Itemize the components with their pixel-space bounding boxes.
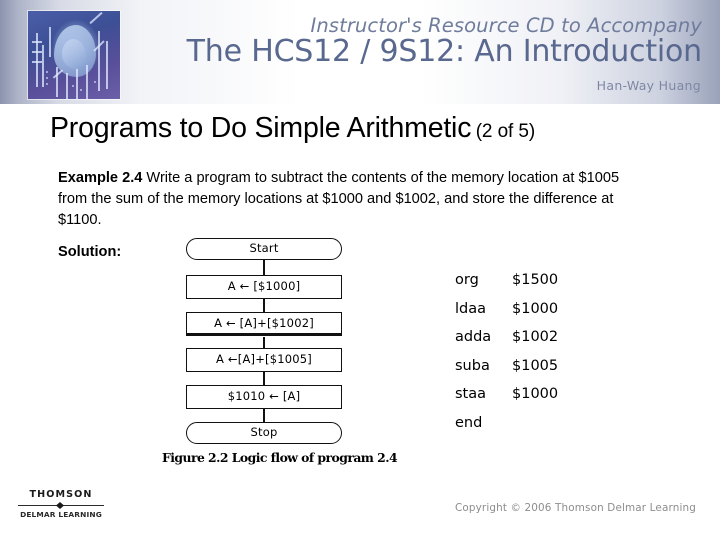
page-title-sub: (2 of 5): [475, 121, 536, 142]
circuit-node-dot: [46, 83, 48, 85]
example-label: Example 2.4: [58, 170, 143, 186]
banner-book-title: The HCS12 / 9S12: An Introduction: [186, 34, 703, 69]
circuit-node-dot: [46, 71, 48, 73]
circuit-trace: [66, 73, 68, 99]
circuit-trace: [32, 41, 42, 43]
page-title-main: Programs to Do Simple Arithmetic: [50, 112, 472, 144]
flowchart-step-2: A ← [A]+[$1002]: [186, 312, 342, 336]
banner-author: Han-Way Huang: [596, 78, 701, 93]
code-mnemonic: org: [455, 272, 479, 288]
circuit-trace: [98, 31, 100, 91]
code-line: ldaa $1000: [455, 301, 558, 330]
assembly-code-listing: org $1500 ldaa $1000 adda $1002 suba $1005 s…: [455, 272, 558, 443]
page-title: Programs to Do Simple Arithmetic (2 of 5…: [50, 112, 700, 145]
circuit-trace: [32, 61, 42, 63]
circuit-board-face-graphic: [28, 11, 120, 99]
code-operand: $1500: [512, 272, 559, 288]
circuit-trace: [32, 51, 42, 53]
flowchart-connector: [263, 372, 265, 385]
figure-caption: Figure 2.2 Logic flow of program 2.4: [162, 450, 398, 465]
code-line: suba $1005: [455, 358, 558, 387]
logo-diamond-rule-icon: [18, 502, 104, 509]
flowchart-step-3: A ←[A]+[$1005]: [186, 348, 342, 372]
circuit-trace: [86, 65, 88, 99]
code-operand: $1000: [512, 386, 559, 402]
code-mnemonic: suba: [455, 357, 490, 374]
circuit-trace: [42, 45, 44, 87]
code-line: org $1500: [455, 272, 558, 301]
circuit-node-dot: [80, 89, 82, 91]
code-line: adda $1002: [455, 329, 558, 358]
flowchart-step-4: $1010 ← [A]: [186, 385, 342, 409]
thomson-delmar-logo: THOMSON DELMAR LEARNING: [18, 489, 104, 519]
code-operand: $1005: [512, 357, 559, 374]
face-inner-shape: [62, 39, 86, 69]
circuit-trace: [76, 69, 78, 99]
logo-bottom-text: DELMAR LEARNING: [20, 510, 102, 519]
example-paragraph: Example 2.4 Write a program to subtract …: [58, 168, 628, 231]
circuit-trace: [52, 69, 64, 79]
code-mnemonic: staa: [455, 386, 487, 402]
code-line: staa $1000: [455, 386, 558, 415]
circuit-node-dot: [94, 81, 96, 83]
flowchart-diagram: Start A ← [$1000] A ← [A]+[$1002] A ←[A]…: [186, 238, 354, 444]
flowchart-connector: [263, 260, 265, 275]
flowchart-stop-node: Stop: [186, 422, 342, 444]
code-mnemonic: end: [455, 414, 483, 431]
code-operand: $1000: [512, 300, 559, 317]
code-operand: $1002: [512, 329, 559, 345]
solution-label: Solution:: [58, 244, 122, 260]
circuit-trace: [106, 41, 108, 89]
circuit-trace: [89, 11, 103, 25]
circuit-node-dot: [46, 77, 48, 79]
flowchart-start-node: Start: [186, 238, 342, 260]
flowchart-step-1: A ← [$1000]: [186, 275, 342, 299]
logo-top-text: THOMSON: [29, 489, 93, 500]
circuit-node-dot: [72, 85, 74, 87]
code-line: end: [455, 415, 558, 444]
header-banner: Instructor's Resource CD to Accompany Th…: [0, 0, 720, 104]
code-mnemonic: ldaa: [455, 300, 487, 317]
copyright-notice: Copyright © 2006 Thomson Delmar Learning: [454, 502, 696, 514]
example-body-text: Write a program to subtract the contents…: [58, 170, 620, 228]
circuit-trace: [49, 27, 51, 57]
code-mnemonic: adda: [455, 329, 492, 345]
flowchart-connector: [263, 299, 265, 312]
flowchart-connector: [263, 409, 265, 422]
